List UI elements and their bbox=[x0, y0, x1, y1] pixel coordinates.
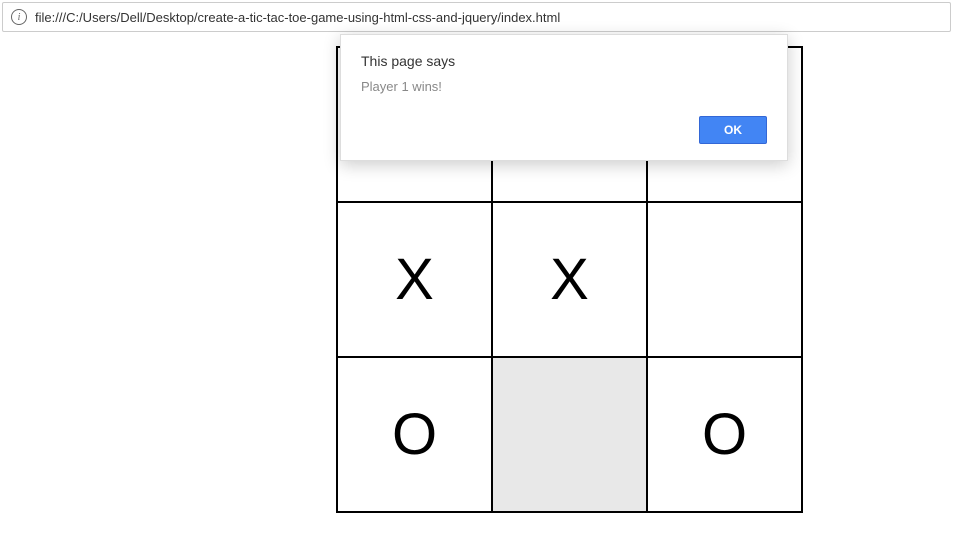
cell-2-2[interactable]: O bbox=[647, 357, 802, 512]
alert-title: This page says bbox=[361, 53, 767, 69]
address-bar[interactable]: i file:///C:/Users/Dell/Desktop/create-a… bbox=[2, 2, 951, 32]
cell-2-1[interactable] bbox=[492, 357, 647, 512]
cell-2-0[interactable]: O bbox=[337, 357, 492, 512]
game-area: O X X X O O This page says Player 1 wins… bbox=[0, 34, 953, 557]
alert-actions: OK bbox=[361, 116, 767, 144]
url-text: file:///C:/Users/Dell/Desktop/create-a-t… bbox=[35, 10, 560, 25]
alert-message: Player 1 wins! bbox=[361, 79, 767, 94]
cell-1-1[interactable]: X bbox=[492, 202, 647, 357]
cell-1-2[interactable] bbox=[647, 202, 802, 357]
info-icon: i bbox=[11, 9, 27, 25]
alert-dialog: This page says Player 1 wins! OK bbox=[340, 34, 788, 161]
ok-button[interactable]: OK bbox=[699, 116, 767, 144]
cell-1-0[interactable]: X bbox=[337, 202, 492, 357]
